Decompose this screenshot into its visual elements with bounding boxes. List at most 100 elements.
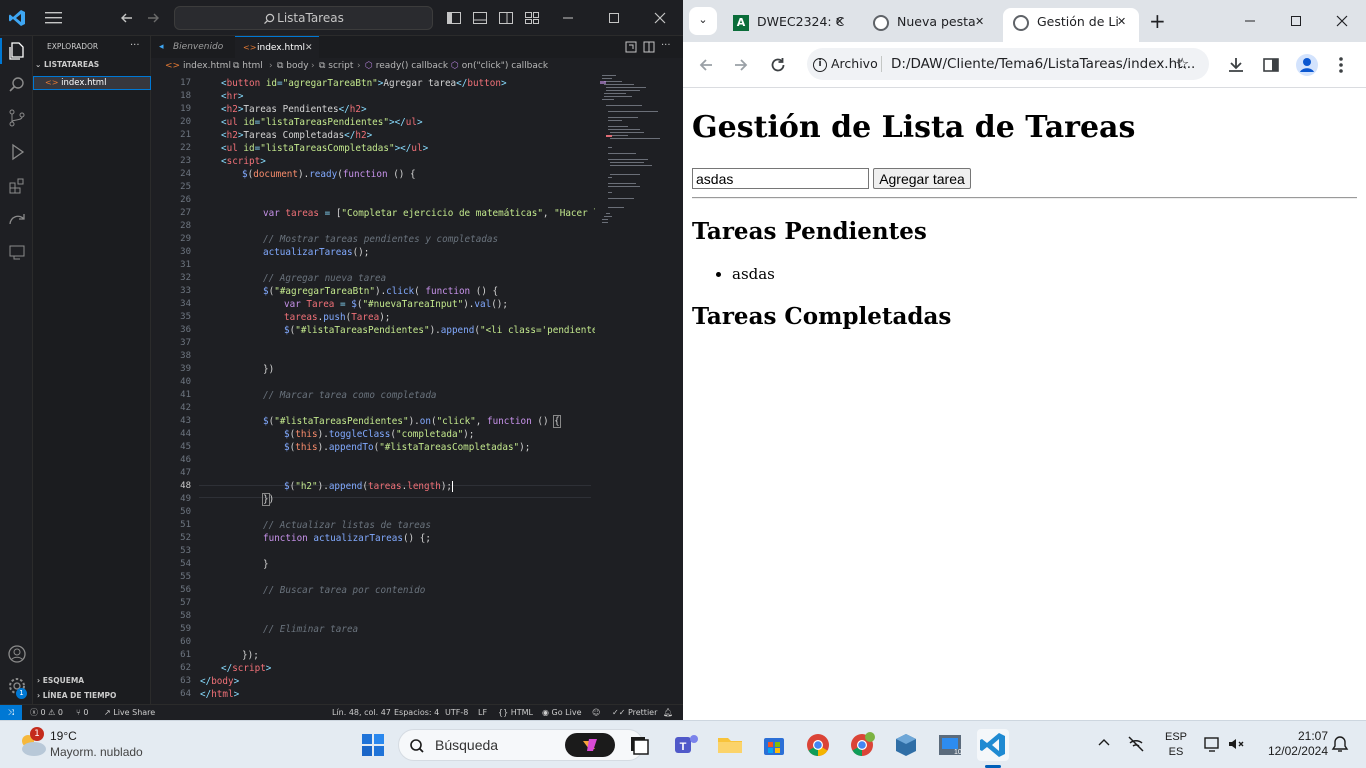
explorer-icon[interactable]: [7, 41, 27, 61]
close-icon[interactable]: [652, 10, 668, 26]
line-number: 38: [180, 351, 191, 361]
run-debug-icon[interactable]: [7, 142, 27, 162]
tab-close-icon[interactable]: ✕: [975, 8, 984, 36]
accounts-icon[interactable]: [7, 644, 27, 664]
go-live-button[interactable]: ◉ Go Live: [542, 705, 582, 720]
mute-icon[interactable]: [1226, 734, 1246, 754]
live-share-icon[interactable]: [7, 242, 27, 262]
code-editor[interactable]: <button id="agregarTareaBtn">Agregar tar…: [200, 75, 595, 704]
back-arrow-icon[interactable]: [119, 10, 135, 26]
bookmark-star-icon[interactable]: ☆: [1175, 48, 1189, 80]
split-editor-icon[interactable]: [643, 41, 655, 53]
forward-arrow-icon[interactable]: [145, 10, 161, 26]
tab-close-icon[interactable]: ✕: [835, 8, 844, 36]
notifications-bell-icon[interactable]: [1331, 735, 1349, 753]
omnibox[interactable]: i Archivo D:/DAW/Cliente/Tema6/ListaTare…: [807, 48, 1209, 80]
clock[interactable]: 21:07 12/02/2024: [1256, 729, 1328, 759]
extensions-icon[interactable]: [7, 176, 27, 196]
line-number: 22: [180, 143, 191, 153]
virtualbox-icon[interactable]: [890, 729, 922, 761]
breadcrumb-item[interactable]: ⧉ script: [319, 58, 353, 75]
chrome-icon[interactable]: [802, 729, 834, 761]
reload-icon[interactable]: [769, 56, 787, 74]
problems-indicator[interactable]: ⓧ 0 ⚠ 0: [30, 705, 63, 720]
side-panel-icon[interactable]: [1261, 55, 1281, 75]
source-control-icon[interactable]: [7, 108, 27, 128]
remote-indicator-button[interactable]: ⤨: [0, 705, 22, 720]
live-share-button[interactable]: ↗ Live Share: [104, 705, 155, 720]
editor-more-icon[interactable]: ···: [661, 40, 671, 51]
copilot-icon[interactable]: ☺: [592, 705, 600, 720]
explorer-more-icon[interactable]: ···: [130, 40, 140, 51]
task-view-icon[interactable]: [623, 729, 655, 761]
breadcrumb-item[interactable]: ⬡ on("click") callback: [451, 58, 548, 75]
breadcrumb-item[interactable]: ⬡ ready() callback: [365, 58, 448, 75]
windows-start-icon[interactable]: [357, 729, 389, 761]
tab-close-icon[interactable]: ✕: [305, 37, 313, 59]
toggle-panel-icon[interactable]: [472, 10, 488, 26]
outline-section[interactable]: › ESQUEMA: [37, 676, 84, 685]
indentation[interactable]: Espacios: 4: [394, 705, 439, 720]
minimize-icon[interactable]: [560, 10, 576, 26]
display-icon[interactable]: [1202, 734, 1222, 754]
chrome-tab-new[interactable]: Nueva pesta ✕: [863, 8, 995, 42]
new-tab-button[interactable]: +: [1149, 9, 1166, 33]
download-icon[interactable]: [1226, 55, 1246, 75]
ports-indicator[interactable]: ⑂ 0: [76, 705, 88, 720]
site-info-chip[interactable]: i Archivo: [813, 48, 878, 80]
chrome-tab-gestion[interactable]: Gestión de Li ✕: [1003, 8, 1139, 42]
file-explorer-icon[interactable]: [714, 729, 746, 761]
chrome-minimize-icon[interactable]: [1243, 14, 1257, 28]
vm-win10-icon[interactable]: 10: [934, 729, 966, 761]
list-item[interactable]: asdas: [732, 265, 775, 283]
eol[interactable]: LF: [478, 705, 487, 720]
encoding[interactable]: UTF-8: [445, 705, 468, 720]
menu-icon[interactable]: [45, 11, 63, 25]
weather-widget[interactable]: 1 19°C Mayorm. nublado: [14, 727, 154, 763]
network-icon[interactable]: [1126, 734, 1146, 754]
toggle-primary-sidebar-icon[interactable]: [446, 10, 462, 26]
chrome-menu-icon[interactable]: [1337, 55, 1345, 75]
new-task-input[interactable]: [692, 168, 869, 189]
minimap[interactable]: [600, 75, 672, 275]
status-bar: ⤨ ⓧ 0 ⚠ 0 ⑂ 0 ↗ Live Share Lín. 48, col.…: [0, 704, 683, 720]
chrome-profile-icon[interactable]: [846, 729, 878, 761]
language-indicator[interactable]: ESP ES: [1162, 730, 1190, 760]
command-center-search[interactable]: ListaTareas: [174, 6, 433, 30]
tab-close-icon[interactable]: ✕: [1117, 8, 1126, 36]
prettier-button[interactable]: ✓✓ Prettier: [612, 705, 657, 720]
customize-layout-icon[interactable]: [524, 10, 540, 26]
file-item-index[interactable]: <> index.html: [33, 76, 151, 90]
taskbar-search[interactable]: Búsqueda: [398, 729, 644, 761]
open-preview-icon[interactable]: [625, 41, 637, 53]
timeline-section[interactable]: › LÍNEA DE TIEMPO: [37, 691, 116, 700]
chrome-maximize-icon[interactable]: [1289, 14, 1303, 28]
back-arrow-icon[interactable]: [697, 56, 715, 74]
maximize-icon[interactable]: [606, 10, 622, 26]
breadcrumb-item[interactable]: ⧉ html: [233, 58, 263, 75]
line-number: 19: [180, 104, 191, 114]
remote-explorer-icon[interactable]: [7, 209, 27, 229]
teams-icon[interactable]: T: [669, 729, 701, 761]
cursor-position[interactable]: Lín. 48, col. 47: [332, 705, 391, 720]
tab-search-button[interactable]: ⌄: [689, 7, 717, 35]
url-text[interactable]: D:/DAW/Cliente/Tema6/ListaTareas/index.h…: [891, 48, 1195, 80]
notifications-bell-icon[interactable]: 🔔︎: [663, 705, 673, 720]
language-mode[interactable]: {} HTML: [498, 705, 533, 720]
tab-welcome[interactable]: ◂ Bienvenido: [151, 36, 235, 58]
chrome-close-icon[interactable]: [1335, 14, 1349, 28]
add-task-button[interactable]: Agregar tarea: [873, 168, 971, 189]
breadcrumb-item[interactable]: <> index.html: [165, 58, 231, 75]
chevron-up-icon[interactable]: [1096, 735, 1112, 751]
toggle-secondary-sidebar-icon[interactable]: [498, 10, 514, 26]
breadcrumb-item[interactable]: ⧉ body: [277, 58, 309, 75]
tab-index-html[interactable]: <> index.html ✕: [235, 36, 319, 58]
folder-header[interactable]: ⌄ LISTATAREAS: [35, 60, 99, 69]
search-icon[interactable]: [7, 75, 27, 95]
forward-arrow-icon[interactable]: [732, 56, 750, 74]
vscode-window: ListaTareas 1 EXPLORADOR ··· ⌄ LISTATAREA…: [0, 0, 683, 720]
chrome-tab-dwec[interactable]: A DWEC2324: C ✕: [723, 8, 855, 42]
profile-avatar[interactable]: [1296, 54, 1318, 76]
microsoft-store-icon[interactable]: [758, 729, 790, 761]
vscode-taskbar-icon[interactable]: [977, 729, 1009, 761]
